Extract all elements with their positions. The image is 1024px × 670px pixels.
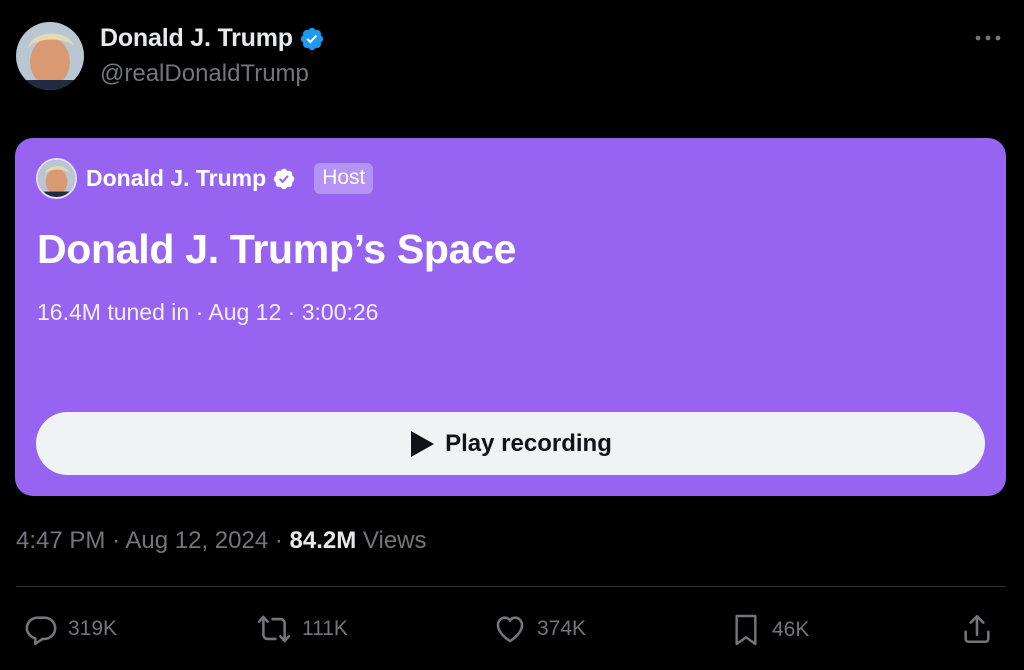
host-verified-badge-icon (273, 168, 295, 189)
bookmark-count: 46K (772, 618, 810, 641)
meta-separator: · (195, 299, 204, 325)
reply-count: 319K (68, 617, 118, 640)
host-name: Donald J. Trump (86, 165, 267, 191)
share-icon (964, 614, 990, 644)
reply-icon (25, 616, 57, 646)
play-recording-label: Play recording (445, 429, 612, 457)
author-handle[interactable]: @realDonaldTrump (100, 60, 309, 88)
views-count[interactable]: 84.2M (290, 527, 357, 554)
space-duration: 3:00:26 (301, 299, 379, 325)
author-name-row[interactable]: Donald J. Trump (100, 24, 325, 53)
space-date: Aug 12 (208, 299, 282, 325)
host-avatar[interactable] (36, 158, 77, 199)
space-title: Donald J. Trump’s Space (37, 226, 517, 272)
share-button[interactable] (960, 612, 994, 646)
host-avatar-image (38, 160, 75, 197)
meta-separator: · (274, 527, 283, 554)
meta-separator: · (287, 299, 296, 325)
play-icon (411, 430, 435, 457)
space-meta: 16.4M tuned in · Aug 12 · 3:00:26 (37, 299, 378, 326)
reply-button[interactable]: 319K (24, 612, 117, 646)
author-avatar[interactable] (16, 22, 84, 90)
host-badge: Host (314, 163, 374, 194)
bookmark-button[interactable]: 46K (730, 612, 809, 648)
host-row: Donald J. Trump Host (36, 158, 374, 199)
space-listeners: 16.4M tuned in (37, 299, 190, 325)
bookmark-icon (735, 614, 757, 646)
like-button[interactable]: 374K (493, 612, 586, 646)
avatar-image (16, 22, 84, 90)
post-meta: 4:47 PM · Aug 12, 2024 · 84.2M Views (16, 527, 427, 555)
repost-button[interactable]: 111K (256, 612, 348, 646)
like-count: 374K (537, 617, 587, 640)
play-recording-button[interactable]: Play recording (36, 412, 985, 475)
verified-badge-icon (300, 27, 323, 50)
heart-icon (496, 616, 524, 643)
host-name-row: Donald J. Trump (86, 165, 296, 192)
post-time[interactable]: 4:47 PM (16, 527, 105, 554)
post-date[interactable]: Aug 12, 2024 (125, 527, 268, 554)
author-name[interactable]: Donald J. Trump (100, 24, 293, 53)
divider (16, 586, 1006, 587)
space-card[interactable]: Donald J. Trump Host Donald J. Trump’s S… (15, 138, 1006, 496)
repost-count: 111K (302, 617, 348, 640)
repost-icon (257, 615, 291, 643)
views-label: Views (362, 527, 427, 554)
more-options-icon[interactable] (974, 24, 1002, 52)
meta-separator: · (112, 527, 121, 554)
